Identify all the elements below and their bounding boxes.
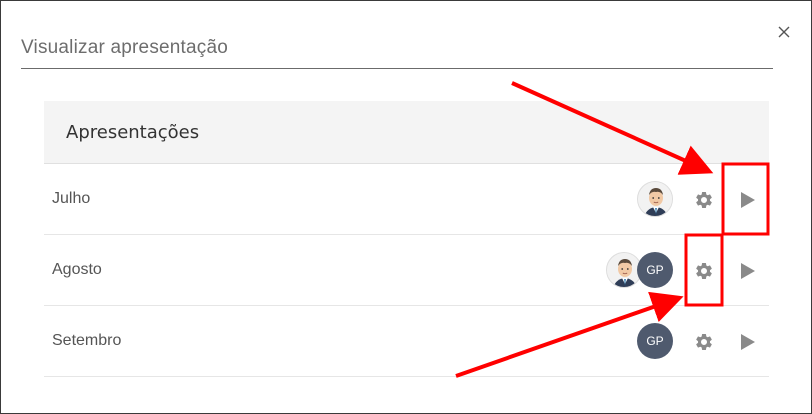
present-button[interactable] <box>736 260 758 282</box>
table-header-label: Apresentações <box>66 121 200 143</box>
close-button[interactable] <box>773 21 795 43</box>
row-label: Setembro <box>52 332 122 349</box>
play-icon <box>741 192 755 208</box>
play-icon <box>741 263 755 279</box>
gear-icon <box>696 262 712 279</box>
settings-button[interactable] <box>693 189 715 211</box>
table-header: Apresentações <box>44 101 769 164</box>
avatar[interactable] <box>637 181 673 217</box>
row-label: Agosto <box>52 261 102 278</box>
avatar-initials[interactable]: GP <box>637 252 673 288</box>
present-dialog: Visualizar apresentação Apresentações Ju… <box>0 0 812 414</box>
gear-icon <box>696 333 712 350</box>
play-icon <box>741 334 755 350</box>
close-icon <box>778 26 790 38</box>
table-row: Setembro GP <box>44 306 769 377</box>
row-label: Julho <box>52 190 91 207</box>
settings-button[interactable] <box>693 331 715 353</box>
present-button[interactable] <box>736 331 758 353</box>
table-row: Agosto GP <box>44 235 769 306</box>
settings-button[interactable] <box>693 260 715 282</box>
present-button[interactable] <box>736 189 758 211</box>
title-field[interactable]: Visualizar apresentação <box>21 37 773 69</box>
gear-icon <box>696 191 712 208</box>
table-row: Julho <box>44 164 769 235</box>
avatar-initials[interactable]: GP <box>637 323 673 359</box>
presentations-table: Apresentações Julho Agosto GP Setembro G… <box>44 101 769 377</box>
user-photo-icon <box>638 182 672 216</box>
